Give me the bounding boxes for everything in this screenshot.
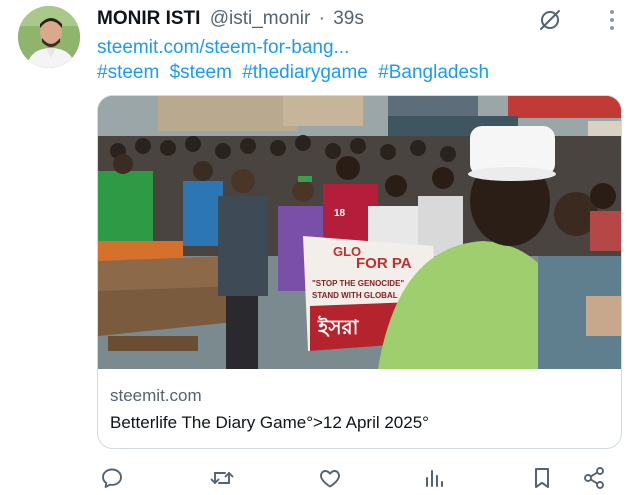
bookmark-icon[interactable] [527, 463, 557, 493]
hashtag-thediarygame[interactable]: #thediarygame [242, 62, 368, 83]
retweet-icon[interactable] [207, 463, 237, 493]
author-name[interactable]: MONIR ISTI [97, 8, 200, 29]
hashtag-line: #steem $steem #thediarygame #Bangladesh [97, 62, 489, 84]
tweet-top-actions [536, 6, 626, 34]
views-icon[interactable] [419, 463, 449, 493]
header-separator: · [318, 8, 325, 29]
author-handle[interactable]: @isti_monir [210, 8, 311, 29]
link-preview-card[interactable]: GLO FOR PA "STOP THE GENOCIDE" STAND WIT… [97, 95, 622, 449]
banner-line-2: FOR PA [356, 255, 412, 272]
banner-line-3: "STOP THE GENOCIDE" [312, 279, 404, 288]
card-photo: GLO FOR PA "STOP THE GENOCIDE" STAND WIT… [98, 96, 621, 369]
avatar[interactable] [18, 6, 80, 68]
tweet-header: MONIR ISTI @isti_monir · 39s [97, 8, 364, 30]
jersey-number: 18 [334, 208, 346, 219]
tweet-link[interactable]: steemit.com/steem-for-bang... [97, 37, 349, 59]
card-title: Betterlife The Diary Game°>12 April 2025… [110, 413, 429, 432]
share-icon[interactable] [579, 463, 609, 493]
avatar-image [18, 6, 80, 68]
like-icon[interactable] [315, 463, 345, 493]
banner-line-5: ইসরা [317, 315, 360, 339]
more-vertical-icon[interactable] [598, 6, 626, 34]
banner-line-4: STAND WITH GLOBAL [312, 291, 398, 300]
hashtag-steem[interactable]: #steem [97, 62, 159, 83]
card-domain: steemit.com [110, 386, 202, 405]
grok-slash-icon[interactable] [536, 6, 564, 34]
tweet-action-bar [97, 463, 617, 493]
timestamp[interactable]: 39s [333, 8, 364, 29]
cashtag-steem[interactable]: $steem [170, 62, 232, 83]
reply-icon[interactable] [97, 463, 127, 493]
hashtag-bangladesh[interactable]: #Bangladesh [378, 62, 489, 83]
